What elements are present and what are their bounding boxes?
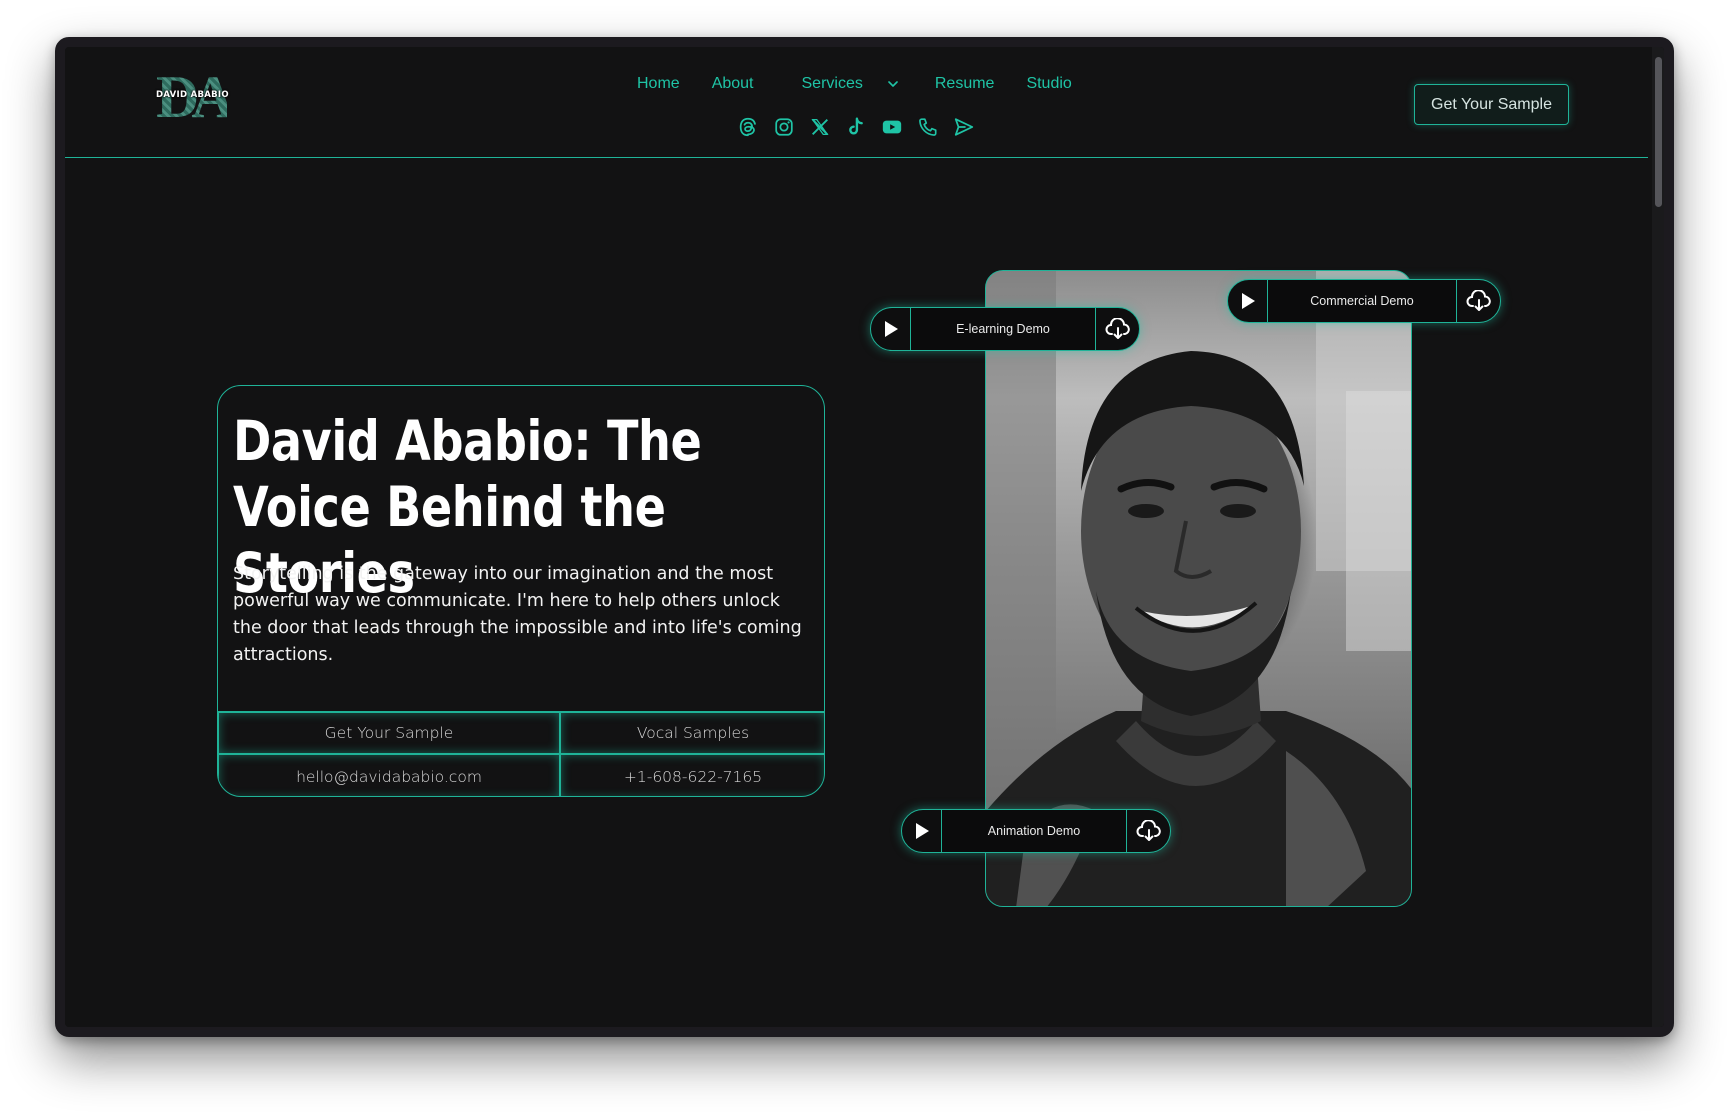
hero-contact-grid: Get Your Sample Vocal Samples hello@davi… bbox=[218, 711, 824, 796]
animation-demo-player: Animation Demo bbox=[901, 809, 1171, 853]
chevron-down-icon[interactable] bbox=[887, 78, 899, 90]
page-viewport: DA DAVID ABABIO Home About Services Resu… bbox=[65, 47, 1664, 1027]
play-icon[interactable] bbox=[1228, 280, 1268, 322]
download-cloud-icon[interactable] bbox=[1126, 810, 1170, 852]
nav-about[interactable]: About bbox=[712, 75, 754, 93]
logo-name: DAVID ABABIO bbox=[156, 90, 229, 100]
hero-card: David Ababio: The Voice Behind the Stori… bbox=[217, 385, 825, 797]
play-icon[interactable] bbox=[871, 308, 911, 350]
x-icon[interactable] bbox=[808, 115, 831, 138]
main-nav: Home About Services Resume Studio bbox=[637, 75, 1072, 93]
animation-demo-label: Animation Demo bbox=[942, 810, 1126, 852]
get-sample-button[interactable]: Get Your Sample bbox=[218, 712, 560, 754]
tiktok-icon[interactable] bbox=[844, 115, 867, 138]
scrollbar-thumb[interactable] bbox=[1655, 57, 1662, 207]
nav-home[interactable]: Home bbox=[637, 75, 680, 93]
elearning-demo-player: E-learning Demo bbox=[870, 307, 1140, 351]
threads-icon[interactable] bbox=[736, 115, 759, 138]
download-cloud-icon[interactable] bbox=[1456, 280, 1500, 322]
email-link[interactable]: hello@davidababio.com bbox=[218, 754, 560, 796]
header-get-sample-button[interactable]: Get Your Sample bbox=[1414, 84, 1569, 125]
commercial-demo-player: Commercial Demo bbox=[1227, 279, 1501, 323]
download-cloud-icon[interactable] bbox=[1095, 308, 1139, 350]
site-header: DA DAVID ABABIO Home About Services Resu… bbox=[65, 47, 1648, 158]
social-links bbox=[736, 115, 975, 138]
nav-studio[interactable]: Studio bbox=[1026, 75, 1071, 93]
elearning-demo-label: E-learning Demo bbox=[911, 308, 1095, 350]
play-icon[interactable] bbox=[902, 810, 942, 852]
browser-window: DA DAVID ABABIO Home About Services Resu… bbox=[55, 37, 1674, 1037]
vocal-samples-button[interactable]: Vocal Samples bbox=[560, 712, 824, 754]
instagram-icon[interactable] bbox=[772, 115, 795, 138]
send-icon[interactable] bbox=[952, 115, 975, 138]
nav-services[interactable]: Services bbox=[802, 75, 899, 93]
nav-resume[interactable]: Resume bbox=[935, 75, 995, 93]
youtube-icon[interactable] bbox=[880, 115, 903, 138]
phone-link[interactable]: +1-608-622-7165 bbox=[560, 754, 824, 796]
site-logo[interactable]: DA DAVID ABABIO bbox=[156, 67, 236, 129]
hero-description: Storytelling is the gateway into our ima… bbox=[233, 564, 802, 665]
commercial-demo-label: Commercial Demo bbox=[1268, 280, 1456, 322]
nav-services-label[interactable]: Services bbox=[802, 75, 863, 93]
scrollbar[interactable] bbox=[1652, 47, 1664, 1027]
phone-icon[interactable] bbox=[916, 115, 939, 138]
